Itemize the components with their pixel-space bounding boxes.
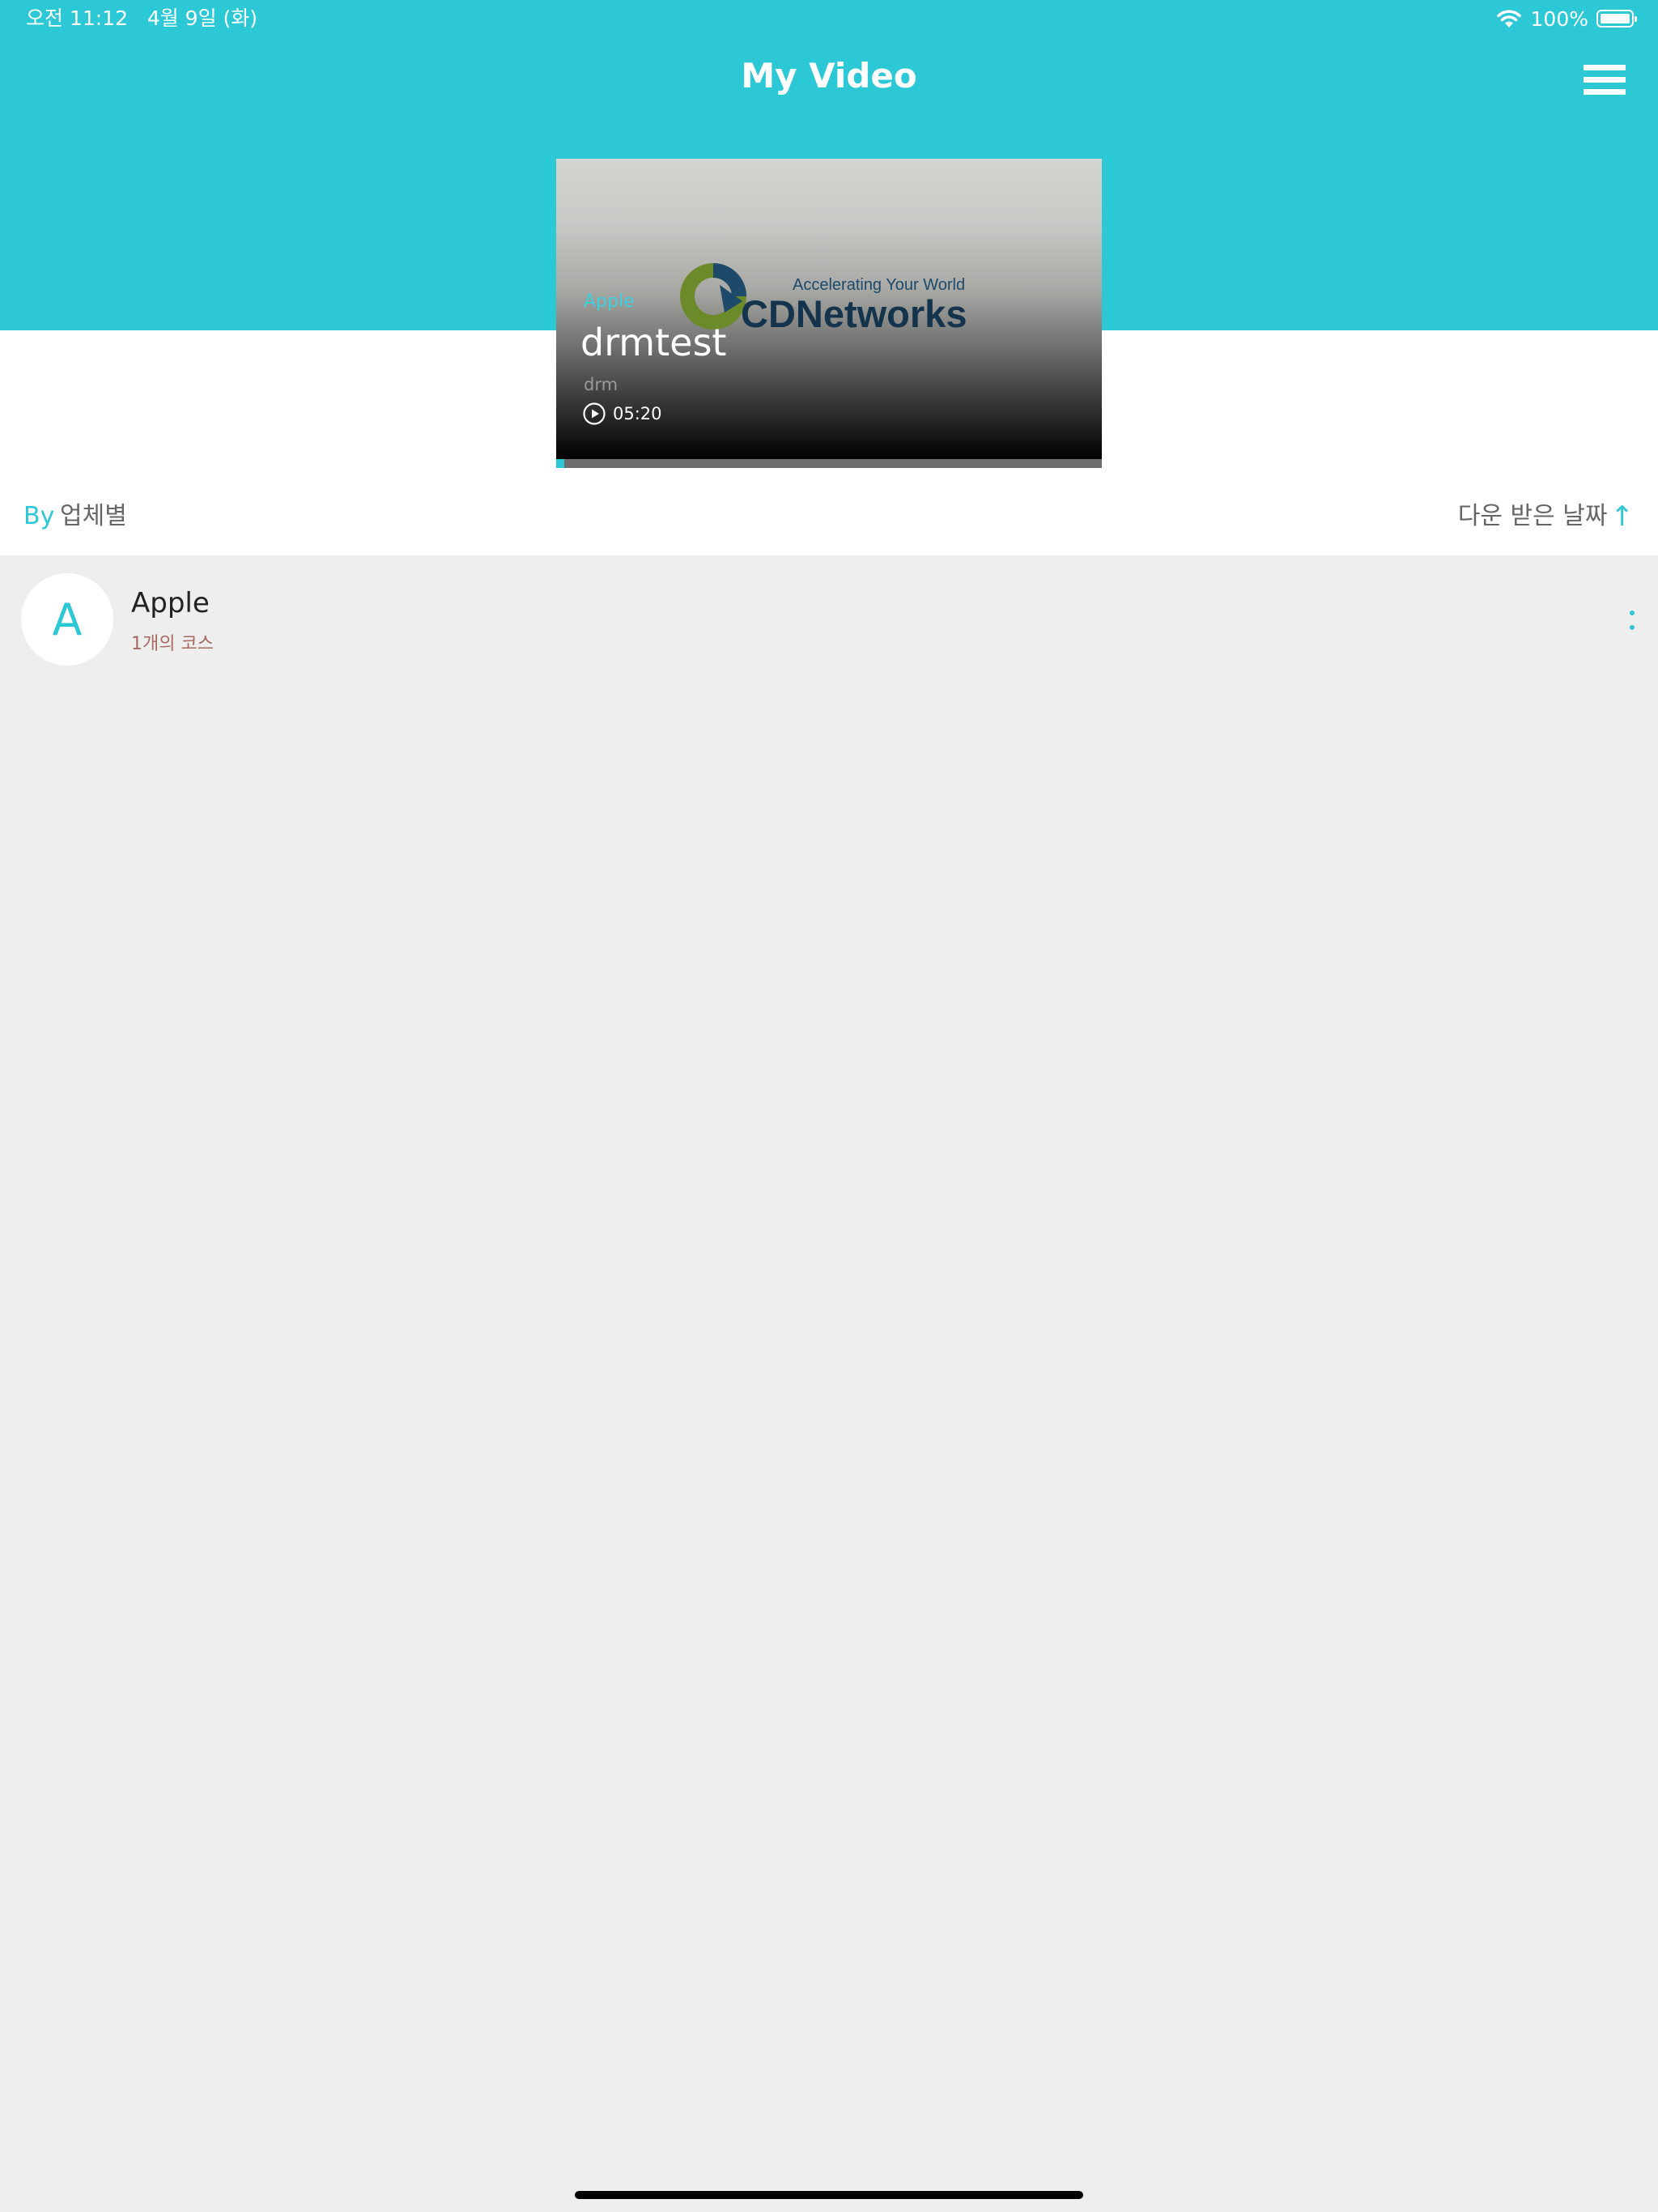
featured-subtitle: drm bbox=[584, 375, 619, 394]
featured-duration: 05:20 bbox=[582, 402, 662, 426]
featured-provider: Apple bbox=[584, 291, 635, 312]
featured-video-card[interactable]: Accelerating Your World CDNetworks Apple… bbox=[556, 159, 1102, 468]
sort-label: 다운 받은 날짜 bbox=[1457, 502, 1608, 530]
course-count: 1개의 코스 bbox=[131, 634, 214, 654]
video-progress-fill bbox=[556, 459, 565, 468]
provider-list-item[interactable]: A Apple 1개의 코스 bbox=[0, 567, 1658, 672]
sort-button[interactable]: 다운 받은 날짜 ↑ bbox=[1458, 500, 1634, 533]
status-indicators: 100% bbox=[1495, 6, 1637, 31]
status-time: 오전 11:12 4월 9일 (화) bbox=[26, 6, 258, 30]
home-indicator bbox=[575, 2191, 1083, 2199]
arrow-up-icon: ↑ bbox=[1610, 500, 1635, 533]
logo-tagline: Accelerating Your World bbox=[793, 276, 965, 294]
battery-icon bbox=[1596, 10, 1637, 28]
more-vertical-icon[interactable] bbox=[1622, 607, 1642, 635]
hamburger-menu-icon[interactable] bbox=[1584, 65, 1626, 95]
avatar: A bbox=[21, 573, 113, 666]
page-title: My Video bbox=[741, 56, 917, 96]
provider-name: Apple bbox=[131, 587, 210, 619]
wifi-icon bbox=[1496, 10, 1521, 28]
logo-name: CDNetworks bbox=[741, 292, 967, 335]
featured-title: drmtest bbox=[580, 321, 727, 364]
duration-text: 05:20 bbox=[613, 404, 662, 423]
play-icon[interactable] bbox=[582, 402, 606, 426]
battery-percent: 100% bbox=[1530, 6, 1588, 31]
video-progress-bar bbox=[556, 459, 1102, 468]
group-by-select[interactable]: 업체별 bbox=[60, 500, 127, 533]
by-label: By bbox=[23, 502, 55, 530]
